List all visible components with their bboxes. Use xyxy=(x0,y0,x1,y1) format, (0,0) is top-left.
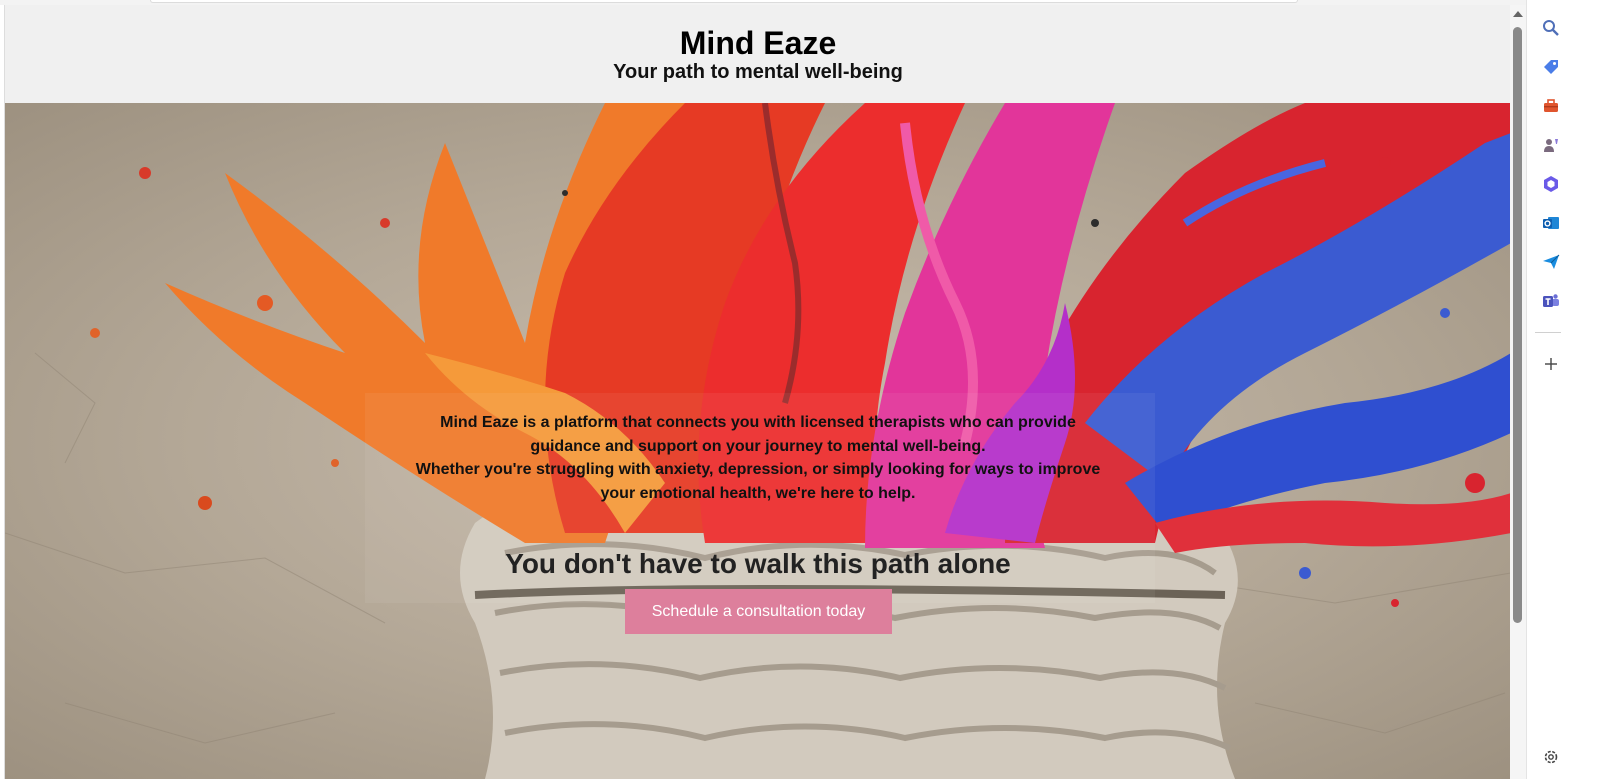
chess-user-icon[interactable] xyxy=(1539,133,1563,157)
web-page: Mind Eaze Your path to mental well-being xyxy=(4,5,1510,779)
outlook-icon[interactable] xyxy=(1539,211,1563,235)
address-bar-edge[interactable] xyxy=(150,0,1298,3)
settings-icon[interactable] xyxy=(1539,745,1563,769)
hero-description-line-1: Mind Eaze is a platform that connects yo… xyxy=(440,414,1076,455)
hero-section: Mind Eaze is a platform that connects yo… xyxy=(5,103,1510,779)
teams-icon[interactable] xyxy=(1539,289,1563,313)
site-header: Mind Eaze Your path to mental well-being xyxy=(5,5,1510,103)
copilot-icon[interactable] xyxy=(1539,172,1563,196)
page-scrollbar[interactable] xyxy=(1510,5,1526,779)
hero-description: Mind Eaze is a platform that connects yo… xyxy=(405,411,1111,505)
scroll-up-arrow-icon[interactable] xyxy=(1513,11,1523,17)
toolbox-icon[interactable] xyxy=(1539,94,1563,118)
site-title: Mind Eaze xyxy=(679,25,837,61)
schedule-consultation-button[interactable]: Schedule a consultation today xyxy=(625,589,892,634)
hero-heading: You don't have to walk this path alone xyxy=(505,548,1011,579)
scrollbar-thumb[interactable] xyxy=(1513,27,1522,623)
search-icon[interactable] xyxy=(1539,16,1563,40)
hero-description-line-2: Whether you're struggling with anxiety, … xyxy=(415,461,1101,502)
tag-icon[interactable] xyxy=(1539,55,1563,79)
sidebar-divider xyxy=(1535,332,1561,333)
send-icon[interactable] xyxy=(1539,250,1563,274)
browser-sidebar xyxy=(1526,0,1600,779)
site-tagline: Your path to mental well-being xyxy=(613,61,903,83)
add-icon[interactable] xyxy=(1539,352,1563,376)
